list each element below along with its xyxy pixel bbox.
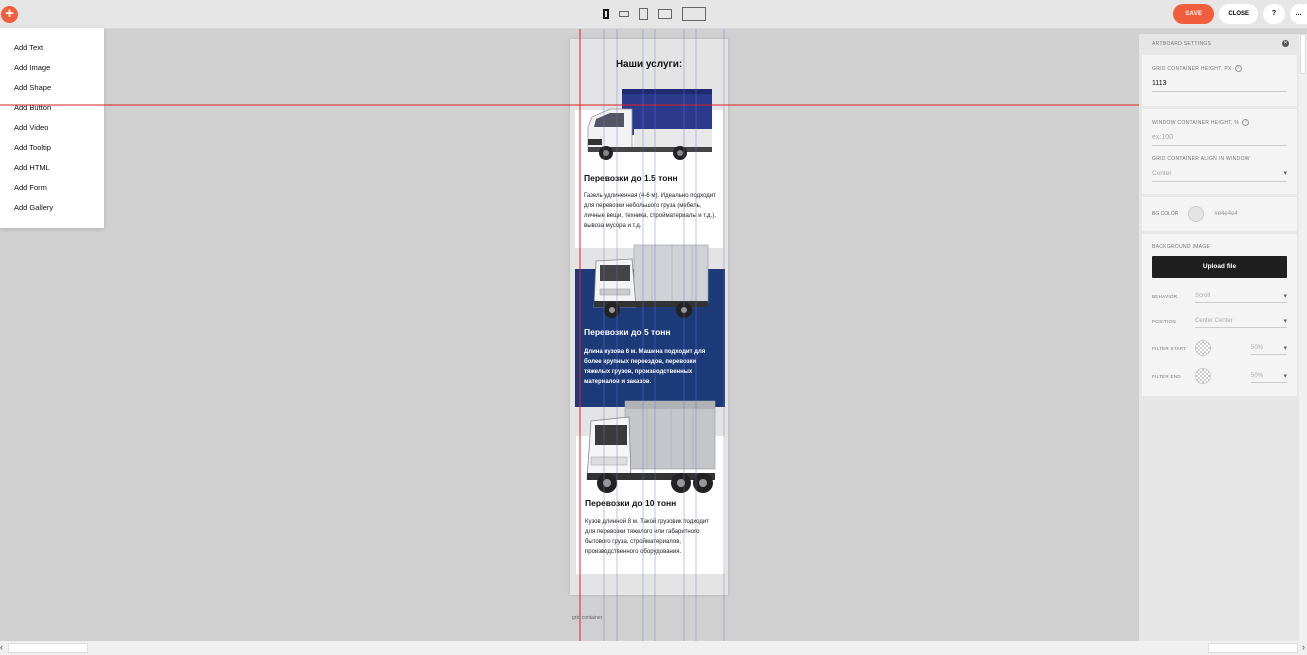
- service-card-title[interactable]: Перевозки до 5 тонн: [584, 327, 671, 337]
- close-icon[interactable]: ✕: [1282, 40, 1289, 47]
- behavior-label: BEHAVIOR: [1152, 294, 1178, 299]
- filter-start-label: FILTER START: [1152, 345, 1187, 351]
- artboard-settings-panel: ARTBOARD SETTINGS ✕ GRID CONTAINER HEIGH…: [1139, 34, 1299, 641]
- service-card-title[interactable]: Перевозки до 1.5 тонн: [584, 173, 678, 183]
- truck-image-2[interactable]: [592, 239, 710, 321]
- service-card-text[interactable]: Газель удлиненная (4-6 м). Идеально подх…: [584, 191, 716, 231]
- filter-end-opacity-select[interactable]: 50%: [1251, 370, 1287, 383]
- position-select[interactable]: Center Center: [1195, 315, 1287, 328]
- window-height-input[interactable]: ex:100: [1152, 129, 1287, 146]
- filter-start-opacity-select[interactable]: 50%: [1251, 342, 1287, 355]
- menu-add-html[interactable]: Add HTML: [0, 162, 104, 182]
- add-element-button[interactable]: +: [1, 6, 18, 23]
- help-icon[interactable]: ?: [1242, 119, 1250, 126]
- vertical-scrollbar-thumb[interactable]: [1300, 34, 1306, 74]
- bg-color-label: BG COLOR: [1152, 211, 1179, 217]
- horizontal-scrollbar-thumb-right[interactable]: [1208, 643, 1298, 653]
- position-label: POSITION: [1152, 319, 1176, 324]
- close-button[interactable]: CLOSE: [1219, 4, 1258, 24]
- menu-add-form[interactable]: Add Form: [0, 182, 104, 202]
- window-height-label: WINDOW CONTAINER HEIGHT, %: [1152, 119, 1240, 126]
- bg-image-section: BACKGROUND IMAGE Upload file BEHAVIOR Sc…: [1142, 234, 1297, 396]
- filter-end-color-swatch[interactable]: [1195, 368, 1211, 384]
- device-mobile-landscape-icon[interactable]: [619, 11, 629, 17]
- add-element-menu: Add Text Add Image Add Shape Add Button …: [0, 28, 104, 228]
- truck-image-1[interactable]: [584, 87, 714, 165]
- bg-color-section: BG COLOR #e4e4e4: [1142, 197, 1297, 231]
- panel-header: ARTBOARD SETTINGS ✕: [1142, 34, 1297, 52]
- grid-container-label: grid container: [572, 615, 603, 621]
- device-mobile-portrait-icon[interactable]: [603, 9, 609, 19]
- save-button[interactable]: SAVE: [1173, 4, 1215, 24]
- help-button[interactable]: ?: [1263, 4, 1285, 24]
- device-tablet-portrait-icon[interactable]: [639, 8, 648, 20]
- menu-add-shape[interactable]: Add Shape: [0, 82, 104, 102]
- vertical-scrollbar[interactable]: [1299, 34, 1307, 641]
- grid-height-section: GRID CONTAINER HEIGHT, PX ? 1113: [1142, 55, 1297, 106]
- menu-add-video[interactable]: Add Video: [0, 122, 104, 142]
- more-button[interactable]: ...: [1290, 4, 1307, 24]
- artboard[interactable]: Наши услуги: Перевозки до 1.5 тонн Газел…: [570, 39, 728, 595]
- menu-add-image[interactable]: Add Image: [0, 62, 104, 82]
- behavior-select[interactable]: Scroll: [1195, 290, 1287, 303]
- bg-image-label: BACKGROUND IMAGE: [1152, 244, 1211, 250]
- menu-add-text[interactable]: Add Text: [0, 42, 104, 62]
- service-card-title[interactable]: Перевозки до 10 тонн: [585, 498, 676, 508]
- device-desktop-icon[interactable]: [682, 7, 706, 21]
- align-label: GRID CONTAINER ALIGN IN WINDOW: [1152, 156, 1250, 162]
- grid-height-label: GRID CONTAINER HEIGHT, PX: [1152, 65, 1232, 72]
- truck-image-3[interactable]: [585, 399, 717, 497]
- menu-add-button[interactable]: Add Button: [0, 102, 104, 122]
- menu-add-gallery[interactable]: Add Gallery: [0, 202, 104, 222]
- help-icon[interactable]: ?: [1234, 65, 1242, 72]
- top-actions: SAVE CLOSE ? ...: [1173, 4, 1307, 24]
- filter-end-label: FILTER END: [1152, 373, 1181, 379]
- horizontal-scrollbar-thumb[interactable]: [8, 643, 88, 653]
- upload-file-button[interactable]: Upload file: [1152, 256, 1287, 278]
- scroll-left-icon[interactable]: ‹: [0, 642, 3, 652]
- menu-add-tooltip[interactable]: Add Tooltip: [0, 142, 104, 162]
- device-tablet-landscape-icon[interactable]: [658, 9, 672, 19]
- grid-height-input[interactable]: 1113: [1152, 75, 1287, 92]
- bg-color-value[interactable]: #e4e4e4: [1214, 211, 1237, 217]
- scroll-right-icon[interactable]: ›: [1302, 642, 1305, 652]
- align-select[interactable]: Center: [1152, 165, 1287, 182]
- section-title[interactable]: Наши услуги:: [570, 59, 728, 70]
- bg-color-swatch[interactable]: [1188, 206, 1205, 222]
- horizontal-scrollbar[interactable]: ‹ ›: [0, 641, 1307, 655]
- device-switcher: [603, 6, 706, 22]
- filter-start-color-swatch[interactable]: [1195, 340, 1211, 356]
- top-toolbar: + SAVE CLOSE ? ...: [0, 0, 1307, 29]
- service-card-text[interactable]: Длина кузова 6 м. Машина подходит для бо…: [584, 347, 720, 387]
- panel-title: ARTBOARD SETTINGS: [1152, 41, 1212, 47]
- service-card-text[interactable]: Кузов длинной 8 м. Такой грузовик подход…: [585, 517, 719, 557]
- window-section: WINDOW CONTAINER HEIGHT, % ? ex:100 GRID…: [1142, 109, 1297, 194]
